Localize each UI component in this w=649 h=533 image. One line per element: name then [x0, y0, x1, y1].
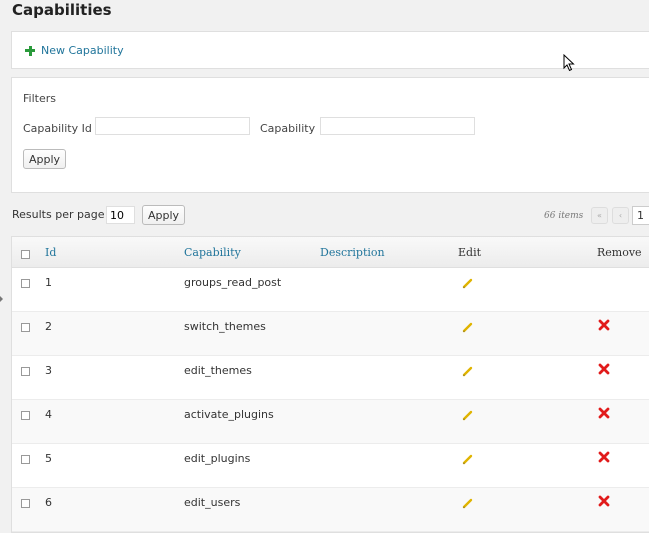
results-per-page-label: Results per page: [12, 208, 105, 221]
column-header-edit: Edit: [458, 246, 482, 259]
row-checkbox[interactable]: [21, 323, 30, 332]
row-id: 4: [45, 408, 52, 421]
pencil-icon[interactable]: [461, 408, 475, 422]
current-page-input[interactable]: 1: [632, 206, 649, 225]
table-row: 4 activate_plugins: [12, 400, 649, 444]
capabilities-table: Id Capability Description Edit Remove 1 …: [11, 236, 649, 533]
row-id: 5: [45, 452, 52, 465]
mouse-cursor-icon: [563, 54, 575, 72]
filters-panel: Filters Capability Id Capability Apply: [11, 77, 649, 193]
new-capability-panel: New Capability: [11, 31, 649, 69]
pencil-icon[interactable]: [461, 276, 475, 290]
new-capability-link[interactable]: New Capability: [25, 44, 124, 57]
row-capability: edit_themes: [184, 364, 252, 377]
remove-icon[interactable]: [597, 318, 611, 332]
row-id: 2: [45, 320, 52, 333]
table-header: Id Capability Description Edit Remove: [12, 237, 649, 268]
results-per-page-input[interactable]: [106, 206, 135, 224]
table-row: 5 edit_plugins: [12, 444, 649, 488]
pencil-icon[interactable]: [461, 452, 475, 466]
capability-id-input[interactable]: [95, 117, 250, 135]
row-capability: switch_themes: [184, 320, 266, 333]
filters-heading: Filters: [23, 92, 56, 105]
pencil-icon[interactable]: [461, 364, 475, 378]
row-id: 3: [45, 364, 52, 377]
row-checkbox[interactable]: [21, 411, 30, 420]
plus-icon: [25, 45, 35, 56]
row-checkbox[interactable]: [21, 455, 30, 464]
row-capability: edit_plugins: [184, 452, 251, 465]
row-capability: activate_plugins: [184, 408, 274, 421]
prev-page-button[interactable]: ‹: [612, 207, 629, 224]
column-header-description[interactable]: Description: [320, 246, 385, 259]
remove-icon[interactable]: [597, 362, 611, 376]
results-apply-button[interactable]: Apply: [142, 205, 186, 225]
pencil-icon[interactable]: [461, 320, 475, 334]
capability-label: Capability: [260, 122, 316, 135]
column-header-capability[interactable]: Capability: [184, 246, 241, 259]
filters-apply-button[interactable]: Apply: [23, 149, 67, 169]
remove-icon[interactable]: [597, 494, 611, 508]
column-header-remove: Remove: [597, 246, 642, 259]
remove-icon[interactable]: [597, 450, 611, 464]
row-checkbox[interactable]: [21, 367, 30, 376]
row-capability: edit_users: [184, 496, 241, 509]
table-row: 6 edit_users: [12, 488, 649, 532]
page-title: Capabilities: [12, 1, 112, 19]
new-capability-label: New Capability: [41, 44, 124, 57]
side-arrow-icon: [0, 296, 3, 302]
pencil-icon[interactable]: [461, 496, 475, 510]
select-all-checkbox[interactable]: [21, 250, 30, 259]
row-checkbox[interactable]: [21, 499, 30, 508]
capability-id-label: Capability Id: [23, 122, 92, 135]
row-id: 6: [45, 496, 52, 509]
table-row: 2 switch_themes: [12, 312, 649, 356]
capability-input[interactable]: [320, 117, 475, 135]
items-count: 66 items: [544, 211, 584, 221]
row-id: 1: [45, 276, 52, 289]
first-page-button[interactable]: «: [591, 207, 608, 224]
remove-icon[interactable]: [597, 406, 611, 420]
table-row: 3 edit_themes: [12, 356, 649, 400]
column-header-id[interactable]: Id: [45, 246, 56, 259]
row-checkbox[interactable]: [21, 279, 30, 288]
table-row: 1 groups_read_post: [12, 268, 649, 312]
row-capability: groups_read_post: [184, 276, 282, 289]
